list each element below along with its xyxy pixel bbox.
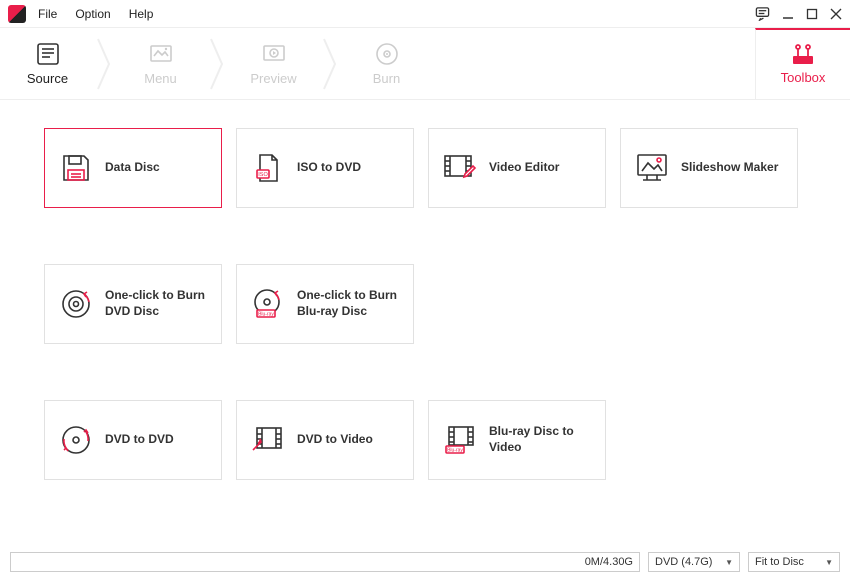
window-controls xyxy=(755,6,842,21)
step-burn[interactable]: Burn xyxy=(339,28,434,99)
close-button[interactable] xyxy=(830,8,842,20)
fit-value: Fit to Disc xyxy=(755,556,804,568)
tile-one-click-bluray[interactable]: Blu-ray One-click to Burn Blu-ray Disc xyxy=(236,264,414,344)
tab-toolbox-label: Toolbox xyxy=(781,70,826,85)
tile-iso-to-dvd[interactable]: ISO ISO to DVD xyxy=(236,128,414,208)
disc-burn-icon xyxy=(59,287,93,321)
step-chevron xyxy=(321,28,339,100)
tile-row: Data Disc ISO ISO to DVD Video Editor Sl… xyxy=(44,128,806,208)
menu-icon xyxy=(148,41,174,67)
menu-bar: File Option Help xyxy=(38,7,153,21)
slideshow-icon xyxy=(635,151,669,185)
menu-option[interactable]: Option xyxy=(75,7,110,21)
svg-text:Blu-ray: Blu-ray xyxy=(258,312,274,318)
step-source[interactable]: Source xyxy=(0,28,95,99)
tile-dvd-to-video[interactable]: DVD to Video xyxy=(236,400,414,480)
step-preview[interactable]: Preview xyxy=(226,28,321,99)
disc-type-value: DVD (4.7G) xyxy=(655,556,712,568)
tile-label: Blu-ray Disc to Video xyxy=(489,424,595,455)
tile-video-editor[interactable]: Video Editor xyxy=(428,128,606,208)
tile-label: Data Disc xyxy=(105,160,160,176)
tab-toolbox[interactable]: Toolbox xyxy=(755,28,850,99)
tile-row: One-click to Burn DVD Disc Blu-ray One-c… xyxy=(44,264,806,344)
app-logo xyxy=(8,5,26,23)
step-chevron xyxy=(208,28,226,100)
progress-text: 0M/4.30G xyxy=(585,556,633,568)
tile-dvd-to-dvd[interactable]: DVD to DVD xyxy=(44,400,222,480)
tile-label: DVD to Video xyxy=(297,432,373,448)
tile-bluray-to-video[interactable]: Blu-ray Blu-ray Disc to Video xyxy=(428,400,606,480)
tile-label: Slideshow Maker xyxy=(681,160,778,176)
caret-down-icon: ▼ xyxy=(825,558,833,567)
tile-label: Video Editor xyxy=(489,160,559,176)
tile-label: One-click to Burn Blu-ray Disc xyxy=(297,288,403,319)
step-chevron xyxy=(95,28,113,100)
burn-icon xyxy=(374,41,400,67)
titlebar: File Option Help xyxy=(0,0,850,28)
step-menu[interactable]: Menu xyxy=(113,28,208,99)
svg-text:Blu-ray: Blu-ray xyxy=(447,448,463,454)
menu-file[interactable]: File xyxy=(38,7,57,21)
caret-down-icon: ▼ xyxy=(725,558,733,567)
fit-select[interactable]: Fit to Disc ▼ xyxy=(748,552,840,572)
progress-box: 0M/4.30G xyxy=(10,552,640,572)
dvd-to-video-icon xyxy=(251,423,285,457)
step-preview-label: Preview xyxy=(250,71,296,86)
feedback-icon[interactable] xyxy=(755,6,770,21)
toolbox-icon xyxy=(790,44,816,66)
minimize-button[interactable] xyxy=(782,8,794,20)
tile-label: One-click to Burn DVD Disc xyxy=(105,288,211,319)
tile-row: DVD to DVD DVD to Video Blu-ray Blu-ray … xyxy=(44,400,806,480)
toolbox-content: Data Disc ISO ISO to DVD Video Editor Sl… xyxy=(0,100,850,548)
step-burn-label: Burn xyxy=(373,71,400,86)
disc-copy-icon xyxy=(59,423,93,457)
tile-label: ISO to DVD xyxy=(297,160,361,176)
video-editor-icon xyxy=(443,151,477,185)
floppy-icon xyxy=(59,151,93,185)
step-menu-label: Menu xyxy=(144,71,177,86)
tile-label: DVD to DVD xyxy=(105,432,174,448)
disc-type-select[interactable]: DVD (4.7G) ▼ xyxy=(648,552,740,572)
iso-icon: ISO xyxy=(251,151,285,185)
step-source-label: Source xyxy=(27,71,68,86)
svg-text:ISO: ISO xyxy=(258,172,268,178)
tile-slideshow-maker[interactable]: Slideshow Maker xyxy=(620,128,798,208)
bluray-to-video-icon: Blu-ray xyxy=(443,423,477,457)
bottombar: 0M/4.30G DVD (4.7G) ▼ Fit to Disc ▼ xyxy=(10,551,840,573)
stepbar: Source Menu Preview Burn Toolbox xyxy=(0,28,850,100)
tile-data-disc[interactable]: Data Disc xyxy=(44,128,222,208)
tile-one-click-dvd[interactable]: One-click to Burn DVD Disc xyxy=(44,264,222,344)
bluray-burn-icon: Blu-ray xyxy=(251,287,285,321)
maximize-button[interactable] xyxy=(806,8,818,20)
menu-help[interactable]: Help xyxy=(129,7,154,21)
preview-icon xyxy=(261,41,287,67)
source-icon xyxy=(35,41,61,67)
